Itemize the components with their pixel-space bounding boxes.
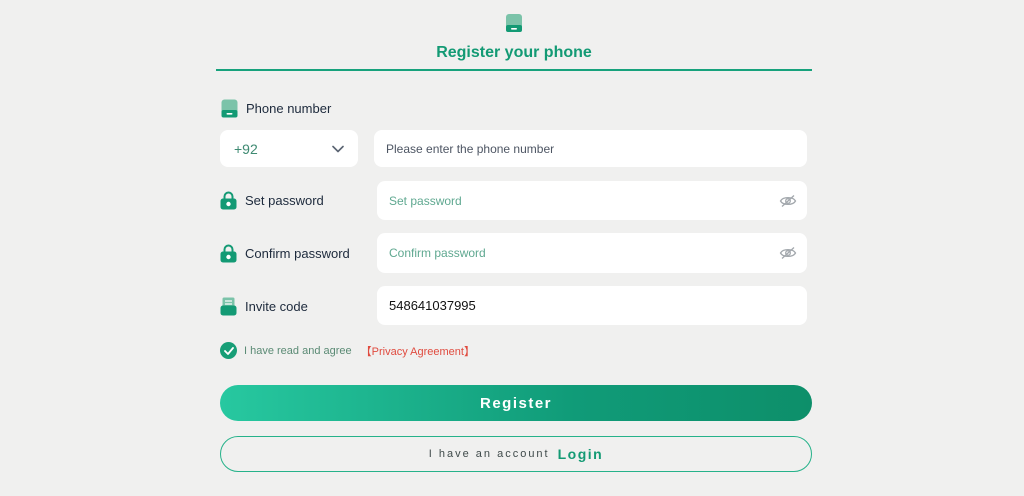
- set-password-input[interactable]: [377, 193, 807, 208]
- phone-number-label-text: Phone number: [246, 101, 332, 116]
- chevron-down-icon: [332, 145, 344, 152]
- privacy-agreement-link[interactable]: 【Privacy Agreement】: [361, 343, 475, 359]
- set-password-label-text: Set password: [245, 193, 324, 208]
- invite-icon: [220, 297, 237, 316]
- invite-code-label: Invite code: [220, 297, 308, 316]
- invite-code-input[interactable]: [377, 298, 807, 313]
- eye-off-icon[interactable]: [779, 194, 797, 208]
- phone-number-label: Phone number: [221, 99, 331, 118]
- set-password-field[interactable]: [377, 181, 807, 220]
- phone-number-input[interactable]: [374, 141, 807, 156]
- phone-number-field[interactable]: [374, 130, 807, 167]
- account-hint-text: I have an account: [428, 448, 550, 460]
- title-underline: [216, 69, 812, 71]
- agreement-checkbox[interactable]: [220, 342, 237, 359]
- register-button[interactable]: Register: [220, 385, 812, 421]
- lock-icon: [220, 244, 237, 263]
- confirm-password-label-text: Confirm password: [245, 246, 350, 261]
- set-password-label: Set password: [220, 191, 324, 210]
- confirm-password-input[interactable]: [377, 246, 807, 260]
- login-link[interactable]: Login: [558, 446, 604, 462]
- agreement-row: I have read and agree 【Privacy Agreement…: [220, 342, 475, 359]
- invite-code-label-text: Invite code: [245, 299, 308, 314]
- check-icon: [223, 346, 234, 355]
- confirm-password-field[interactable]: [377, 233, 807, 273]
- confirm-password-label: Confirm password: [220, 244, 350, 263]
- invite-code-field[interactable]: [377, 286, 807, 325]
- login-button[interactable]: I have an account Login: [220, 436, 812, 472]
- agreement-text: I have read and agree: [244, 344, 352, 357]
- country-code-value: +92: [234, 140, 258, 157]
- country-code-select[interactable]: +92: [220, 130, 358, 167]
- phone-icon: [221, 99, 238, 118]
- phone-icon: [506, 14, 522, 32]
- eye-off-icon[interactable]: [779, 246, 797, 260]
- lock-icon: [220, 191, 237, 210]
- page-title: Register your phone: [436, 44, 592, 61]
